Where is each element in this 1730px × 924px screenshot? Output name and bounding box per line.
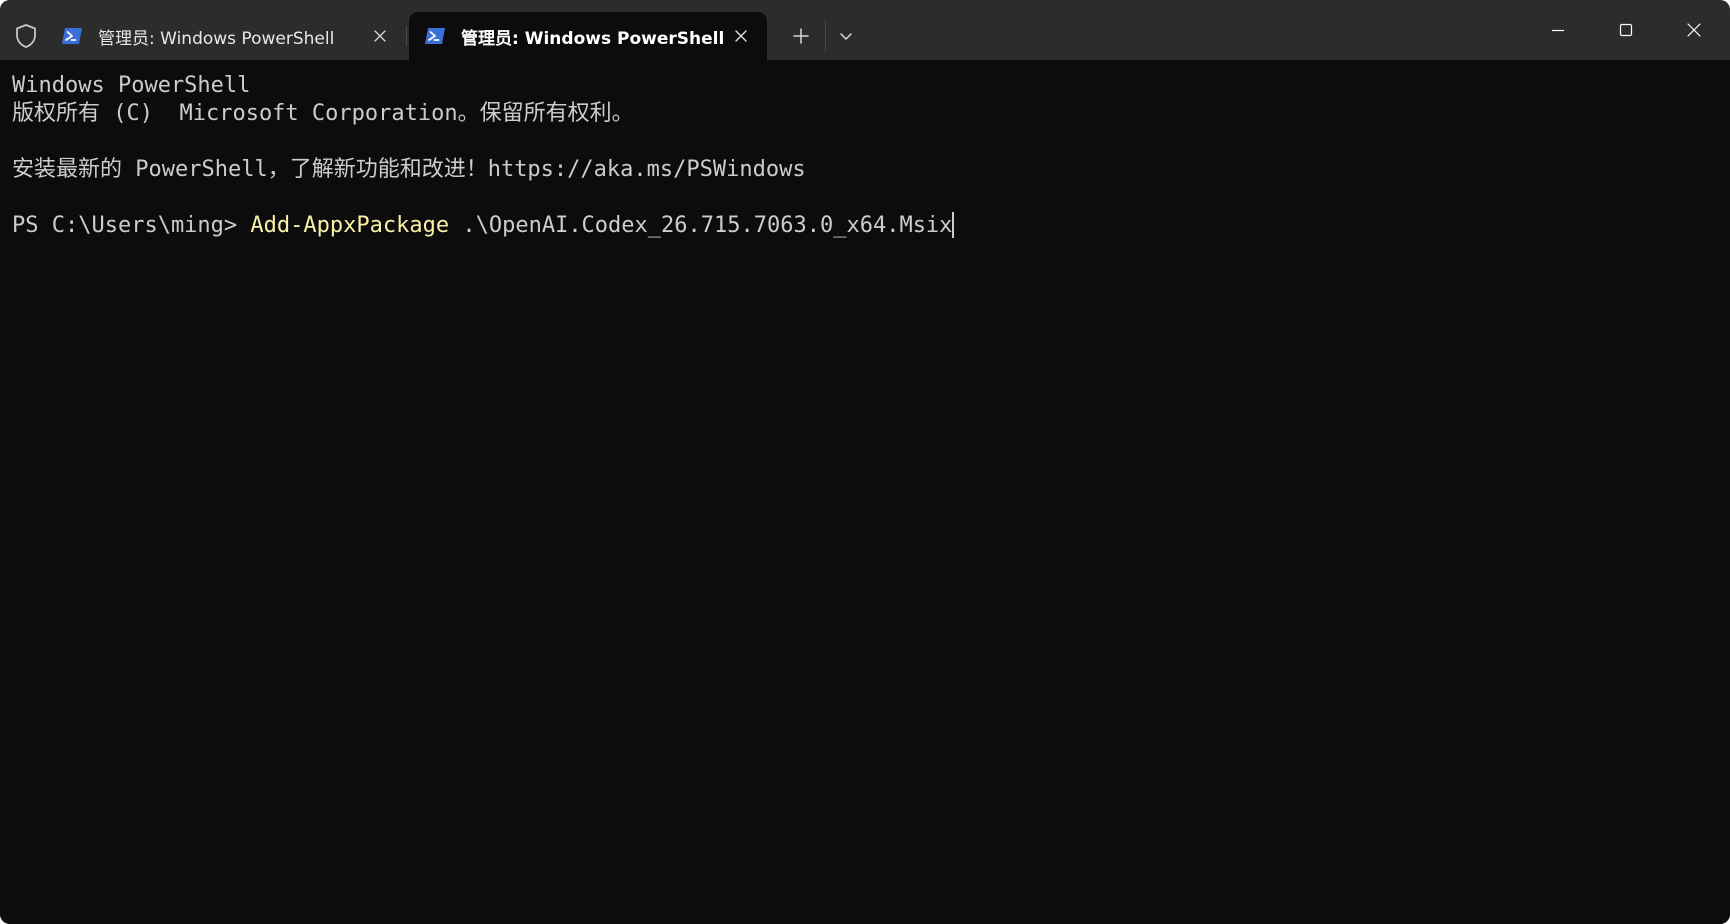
output-line: 安装最新的 PowerShell，了解新功能和改进！https://aka.ms…	[12, 157, 806, 182]
close-window-button[interactable]	[1660, 0, 1728, 60]
tab-powershell-1[interactable]: 管理员: Windows PowerShell	[46, 12, 406, 60]
command-argument: .\OpenAI.Codex_26.715.7063.0_x64.Msix	[449, 213, 953, 238]
tab-dropdown-button[interactable]	[831, 20, 861, 52]
chevron-down-icon	[840, 33, 852, 40]
tab-title: 管理员: Windows PowerShell	[98, 28, 335, 49]
tab-separator	[406, 26, 407, 46]
terminal-output[interactable]: Windows PowerShell 版权所有 (C) Microsoft Co…	[0, 60, 1730, 924]
minimize-button[interactable]	[1524, 0, 1592, 60]
close-tab-button[interactable]	[366, 22, 394, 50]
command-line[interactable]: PS C:\Users\ming> Add-AppxPackage .\Open…	[12, 212, 1730, 240]
new-tab-button[interactable]	[784, 20, 818, 52]
powershell-icon	[423, 24, 447, 48]
close-tab-button[interactable]	[727, 22, 755, 50]
powershell-icon	[60, 24, 84, 48]
prompt: PS C:\Users\ming>	[12, 213, 251, 238]
command-name: Add-AppxPackage	[250, 213, 450, 238]
tab-powershell-2[interactable]: 管理员: Windows PowerShell	[409, 12, 767, 60]
shield-icon	[12, 22, 40, 50]
tab-title: 管理员: Windows PowerShell	[461, 28, 725, 49]
close-icon	[374, 30, 386, 42]
plus-icon	[793, 28, 809, 44]
maximize-button[interactable]	[1592, 0, 1660, 60]
close-icon	[735, 30, 747, 42]
terminal-window: 管理员: Windows PowerShell 管理员: Windows Pow…	[0, 0, 1730, 924]
minimize-icon	[1552, 29, 1564, 32]
output-line: 版权所有 (C) Microsoft Corporation。保留所有权利。	[12, 101, 634, 126]
toolbar-divider	[825, 20, 826, 52]
output-line: Windows PowerShell	[12, 73, 251, 98]
close-icon	[1687, 23, 1701, 37]
maximize-icon	[1619, 23, 1633, 37]
tab-bar: 管理员: Windows PowerShell 管理员: Windows Pow…	[0, 0, 1730, 60]
text-cursor	[952, 212, 955, 238]
